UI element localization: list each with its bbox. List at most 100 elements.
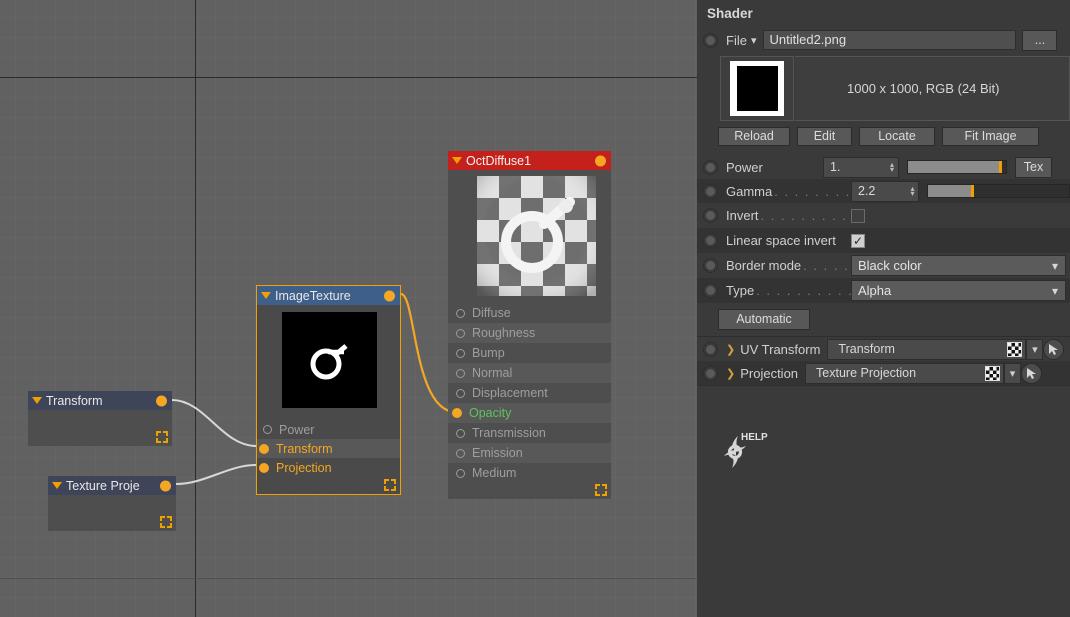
animate-toggle-invert[interactable] xyxy=(703,208,718,223)
type-select[interactable]: Alpha ▾ xyxy=(851,280,1066,301)
port-dot-icon[interactable] xyxy=(452,408,462,418)
node-texture-projection-header[interactable]: Texture Proje xyxy=(48,476,176,495)
node-oct-diffuse-ports: Diffuse Roughness Bump Normal Displaceme… xyxy=(448,303,611,483)
tex-button[interactable]: Tex xyxy=(1015,156,1052,178)
resize-handle[interactable] xyxy=(160,516,172,528)
port-dot-icon[interactable] xyxy=(456,428,465,438)
spinner-icon[interactable]: ▴ ▾ xyxy=(910,185,914,198)
expand-chevron-icon[interactable]: ❯ xyxy=(726,343,735,356)
node-image-texture-output-port[interactable] xyxy=(384,290,395,301)
port-dot-icon[interactable] xyxy=(263,425,272,434)
reload-button[interactable]: Reload xyxy=(718,127,790,146)
gamma-value: 2.2 xyxy=(858,184,876,198)
help-label: HELP xyxy=(741,432,768,443)
port-power[interactable]: Power xyxy=(257,420,400,439)
animate-toggle-power[interactable] xyxy=(703,159,718,175)
expand-chevron-icon[interactable]: ❯ xyxy=(726,367,735,380)
resize-handle[interactable] xyxy=(156,431,168,443)
property-row-border-mode: Border mode . . . . . Black color ▾ xyxy=(697,253,1070,278)
chevron-down-icon[interactable]: ▾ xyxy=(1052,284,1058,298)
help-logo[interactable]: HELP xyxy=(708,426,768,474)
port-transform[interactable]: Transform xyxy=(257,439,400,458)
port-displacement[interactable]: Displacement xyxy=(448,383,611,403)
gamma-slider[interactable] xyxy=(927,184,1070,198)
animate-toggle-linear-space-invert[interactable] xyxy=(703,233,718,248)
collapse-triangle-icon[interactable] xyxy=(261,292,271,299)
uv-transform-value-field[interactable]: Transform xyxy=(827,338,1027,360)
gamma-input[interactable]: 2.2 ▴ ▾ xyxy=(851,180,920,202)
animate-toggle-power[interactable] xyxy=(703,32,718,48)
linear-space-invert-checkbox[interactable]: ✓ xyxy=(851,233,865,248)
node-image-texture-header[interactable]: ImageTexture xyxy=(257,286,400,305)
port-emission[interactable]: Emission xyxy=(448,443,611,463)
node-texture-projection-output-port[interactable] xyxy=(160,480,171,491)
animate-toggle-type[interactable] xyxy=(703,283,718,298)
port-roughness[interactable]: Roughness xyxy=(448,323,611,343)
animate-toggle-border-mode[interactable] xyxy=(703,258,718,273)
checkerboard-icon[interactable] xyxy=(985,365,1001,381)
port-dot-icon[interactable] xyxy=(456,348,465,358)
node-image-texture-thumbnail xyxy=(282,312,377,408)
edit-button[interactable]: Edit xyxy=(797,127,852,146)
node-image-texture[interactable]: ImageTexture Power Transform Projection xyxy=(256,285,401,495)
fit-image-button[interactable]: Fit Image xyxy=(942,127,1039,146)
port-dot-icon[interactable] xyxy=(259,443,269,454)
port-medium[interactable]: Medium xyxy=(448,463,611,483)
gamma-slider-handle[interactable] xyxy=(970,185,974,197)
uv-transform-value: Transform xyxy=(838,342,895,356)
port-dot-icon[interactable] xyxy=(456,448,465,458)
port-dot-icon[interactable] xyxy=(456,308,465,318)
spinner-icon[interactable]: ▴ ▾ xyxy=(890,161,894,174)
dot-leader: . . . . . . . . . . . xyxy=(760,208,851,223)
node-transform[interactable]: Transform xyxy=(28,391,172,446)
node-oct-diffuse[interactable]: OctDiffuse1 Diffuse Roughness Bump Norma… xyxy=(448,151,611,499)
port-transmission[interactable]: Transmission xyxy=(448,423,611,443)
locate-button[interactable]: Locate xyxy=(859,127,935,146)
node-transform-output-port[interactable] xyxy=(156,395,167,406)
port-bump[interactable]: Bump xyxy=(448,343,611,363)
port-dot-icon[interactable] xyxy=(456,328,465,338)
power-slider-handle[interactable] xyxy=(999,161,1003,173)
node-oct-diffuse-output-port[interactable] xyxy=(595,155,606,166)
collapse-triangle-icon[interactable] xyxy=(452,157,462,164)
projection-value-field[interactable]: Texture Projection xyxy=(805,362,1005,384)
node-transform-header[interactable]: Transform xyxy=(28,391,172,410)
uv-transform-pick-button[interactable] xyxy=(1043,338,1065,360)
projection-pick-button[interactable] xyxy=(1021,362,1043,384)
port-opacity[interactable]: Opacity xyxy=(448,403,611,423)
node-texture-projection[interactable]: Texture Proje xyxy=(48,476,176,531)
image-thumbnail xyxy=(730,61,784,116)
resize-handle[interactable] xyxy=(595,484,607,496)
border-mode-select[interactable]: Black color ▾ xyxy=(851,255,1066,276)
port-label: Emission xyxy=(472,446,523,460)
collapse-triangle-icon[interactable] xyxy=(52,482,62,489)
invert-checkbox[interactable] xyxy=(851,208,865,223)
port-dot-icon[interactable] xyxy=(456,368,465,378)
port-dot-icon[interactable] xyxy=(456,388,465,398)
chevron-down-icon[interactable]: ▾ xyxy=(1052,259,1058,273)
image-thumbnail-frame[interactable] xyxy=(720,56,794,121)
chevron-down-icon[interactable]: ▾ xyxy=(751,34,757,47)
projection-dropdown-button[interactable]: ▾ xyxy=(1004,362,1022,384)
port-projection[interactable]: Projection xyxy=(257,458,400,477)
animate-toggle-projection[interactable] xyxy=(703,365,718,381)
panel-title: Shader xyxy=(707,6,753,21)
node-graph-canvas[interactable]: Transform Texture Proje ImageTexture Pow… xyxy=(0,0,697,617)
resize-handle[interactable] xyxy=(384,479,396,491)
power-input[interactable]: 1. ▴ ▾ xyxy=(823,156,899,178)
browse-file-button[interactable]: ... xyxy=(1022,29,1058,51)
grid-axis-horizontal xyxy=(0,77,697,78)
animate-toggle-gamma[interactable] xyxy=(703,183,718,199)
file-path-input[interactable]: Untitled2.png xyxy=(763,30,1017,50)
port-diffuse[interactable]: Diffuse xyxy=(448,303,611,323)
port-dot-icon[interactable] xyxy=(259,462,269,473)
node-oct-diffuse-header[interactable]: OctDiffuse1 xyxy=(448,151,611,170)
port-dot-icon[interactable] xyxy=(456,468,465,478)
uv-transform-dropdown-button[interactable]: ▾ xyxy=(1026,338,1044,360)
power-slider[interactable] xyxy=(907,160,1007,174)
port-normal[interactable]: Normal xyxy=(448,363,611,383)
checkerboard-icon[interactable] xyxy=(1007,341,1023,357)
animate-toggle-uv-transform[interactable] xyxy=(703,341,718,357)
collapse-triangle-icon[interactable] xyxy=(32,397,42,404)
automatic-button[interactable]: Automatic xyxy=(718,309,810,330)
